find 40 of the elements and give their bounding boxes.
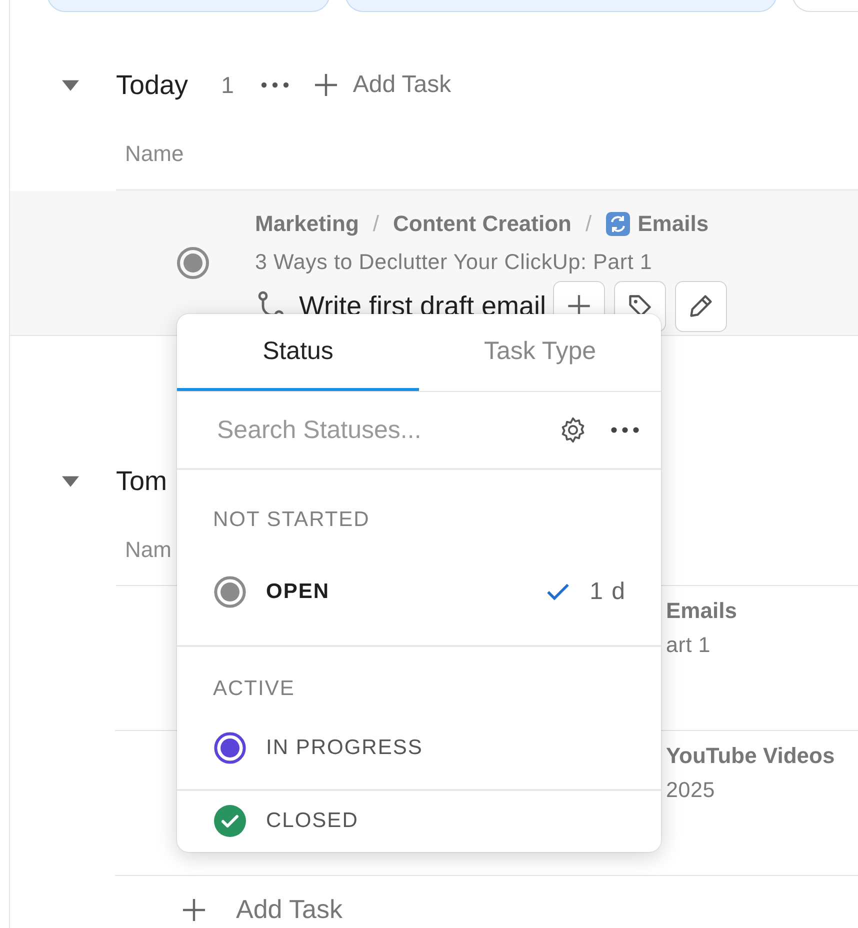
column-header: Nam xyxy=(125,537,172,563)
plus-icon xyxy=(182,898,206,922)
status-name: IN PROGRESS xyxy=(266,736,424,760)
status-name: OPEN xyxy=(266,580,331,604)
breadcrumb-separator: / xyxy=(586,211,592,237)
task-count: 1 xyxy=(221,72,234,98)
caret-icon[interactable] xyxy=(62,476,79,486)
parent-task-link[interactable]: art 1 xyxy=(666,628,737,662)
add-task-button[interactable]: Add Task xyxy=(182,894,342,925)
sync-icon xyxy=(606,212,630,236)
section-title: Today xyxy=(116,70,188,100)
check-icon xyxy=(546,583,570,601)
plus-icon xyxy=(314,73,338,97)
pencil-icon xyxy=(688,293,714,319)
section-title: Tom xyxy=(116,466,168,496)
status-name: CLOSED xyxy=(266,809,360,833)
parent-task-link[interactable]: 3 Ways to Declutter Your ClickUp: Part 1 xyxy=(255,242,736,282)
status-option[interactable]: OPEN 1 d xyxy=(177,546,661,638)
group-label: ACTIVE xyxy=(212,676,296,702)
more-icon[interactable] xyxy=(260,82,289,88)
parent-task-link[interactable]: 2025 xyxy=(666,773,835,807)
breadcrumb-link[interactable]: Marketing xyxy=(255,211,359,237)
search-field[interactable]: Search Statuses... xyxy=(217,416,559,444)
status-duration: 1 d xyxy=(590,578,626,606)
settings-icon[interactable] xyxy=(559,416,587,444)
caret-icon[interactable] xyxy=(62,80,79,90)
breadcrumb-link[interactable]: Content Creation xyxy=(393,211,572,237)
status-option[interactable]: CLOSED xyxy=(177,791,661,851)
column-header: Name xyxy=(125,141,184,167)
breadcrumb-link[interactable]: YouTube Videos xyxy=(666,743,835,769)
more-icon[interactable] xyxy=(611,427,639,433)
group-label: NOT STARTED xyxy=(212,507,371,533)
breadcrumb-separator: / xyxy=(372,211,380,237)
breadcrumb-link[interactable]: Emails xyxy=(666,598,737,624)
breadcrumb-link[interactable]: Emails xyxy=(638,211,709,237)
status-icon[interactable] xyxy=(176,246,210,280)
menu-tab[interactable]: Status xyxy=(177,314,419,391)
add-task-button[interactable]: Add Task xyxy=(314,71,452,99)
status-option[interactable]: IN PROGRESS xyxy=(177,715,661,781)
edit-button[interactable] xyxy=(675,280,728,332)
